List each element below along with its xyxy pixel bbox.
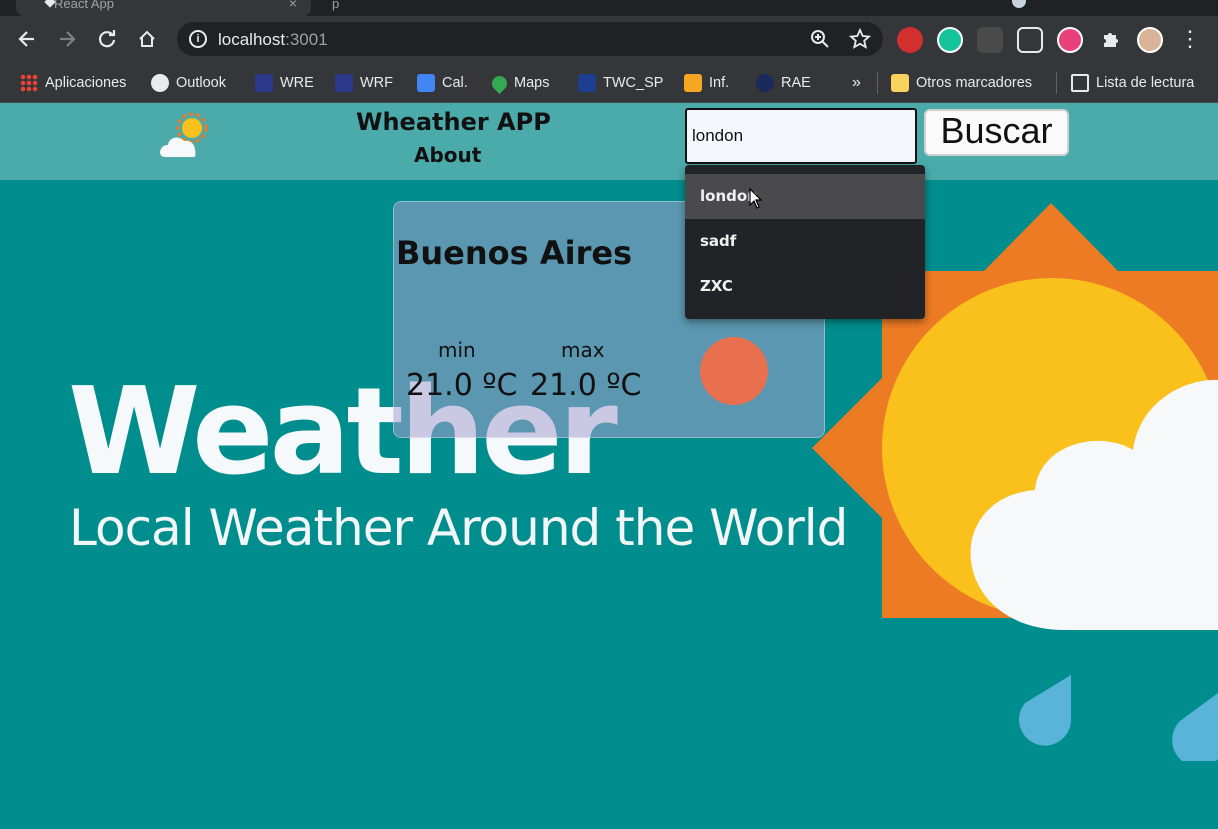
- bookmark-wre[interactable]: WRE: [255, 72, 314, 94]
- raindrop-icon: [1019, 675, 1071, 746]
- forward-icon[interactable]: [54, 26, 80, 52]
- bookmark-maps[interactable]: Maps: [488, 72, 549, 94]
- city-name: Buenos Aires: [396, 234, 633, 272]
- wordreference-icon: [335, 74, 353, 92]
- info-orange-icon: [684, 74, 702, 92]
- home-icon[interactable]: [134, 26, 160, 52]
- wordreference-icon: [255, 74, 273, 92]
- bookmark-calendar[interactable]: Cal.: [417, 72, 468, 94]
- maps-pin-icon: [488, 72, 511, 94]
- tab-strip: React App × p: [0, 0, 1218, 16]
- weather-app-page: Weather Local Weather Around the World W…: [0, 103, 1218, 829]
- tab-title: React App: [54, 0, 114, 11]
- weather-condition-icon: [700, 337, 768, 405]
- apps-grid-icon: [20, 74, 38, 92]
- raindrop-icon: [1172, 693, 1218, 761]
- city-search-input[interactable]: [685, 108, 917, 164]
- reload-icon[interactable]: [94, 26, 120, 52]
- tab-close-icon[interactable]: ×: [289, 0, 297, 11]
- bookmark-rae[interactable]: RAE: [756, 72, 811, 94]
- min-label: min: [438, 338, 476, 362]
- mouse-cursor-icon: [749, 188, 763, 209]
- pocket-icon[interactable]: [1017, 27, 1043, 53]
- rae-icon: [756, 74, 774, 92]
- suggestion-item[interactable]: london: [685, 174, 925, 219]
- bookmarks-divider: [1056, 72, 1057, 94]
- min-temperature: 21.0 ºC: [406, 368, 518, 403]
- menu-icon[interactable]: ⋮: [1177, 26, 1203, 52]
- app-logo-sun-cloud-icon: [159, 112, 208, 157]
- folder-icon: [891, 74, 909, 92]
- zoom-icon[interactable]: [809, 28, 831, 55]
- address-bar[interactable]: i localhost:3001: [177, 22, 883, 56]
- url-text[interactable]: localhost:3001: [218, 30, 328, 50]
- adblock-icon[interactable]: [897, 27, 923, 53]
- about-link[interactable]: About: [414, 143, 481, 167]
- browser-toolbar: i localhost:3001 ⋮: [0, 16, 1218, 63]
- spy-extension-icon[interactable]: [977, 27, 1003, 53]
- back-icon[interactable]: [14, 26, 40, 52]
- app-title: Wheather APP: [356, 108, 551, 136]
- bookmark-other[interactable]: Otros marcadores: [891, 72, 1032, 94]
- suggestion-item[interactable]: sadf: [685, 219, 925, 264]
- tab-search-icon[interactable]: [1012, 0, 1026, 8]
- max-label: max: [561, 338, 605, 362]
- weather-channel-icon: [578, 74, 596, 92]
- info-icon[interactable]: i: [189, 30, 207, 48]
- bookmark-inf[interactable]: Inf.: [684, 72, 729, 94]
- max-temperature: 21.0 ºC: [530, 368, 642, 403]
- bookmark-aplicaciones[interactable]: Aplicaciones: [20, 72, 126, 94]
- hero-subtitle: Local Weather Around the World: [69, 499, 848, 557]
- bookmarks-overflow-button[interactable]: »: [852, 72, 861, 94]
- search-suggestions-dropdown: london sadf ZXC: [685, 165, 925, 319]
- tab-active[interactable]: React App ×: [16, 0, 311, 16]
- bookmarks-divider: [877, 72, 878, 94]
- bookmark-outlook[interactable]: Outlook: [151, 72, 226, 94]
- app-header: Wheather APP About Buscar: [0, 103, 1218, 180]
- suggestion-item[interactable]: ZXC: [685, 264, 925, 309]
- grammarly-icon[interactable]: [937, 27, 963, 53]
- star-icon[interactable]: [848, 27, 872, 55]
- reading-list-button[interactable]: Lista de lectura: [1071, 72, 1194, 94]
- reading-list-icon: [1071, 74, 1089, 92]
- avatar[interactable]: [1137, 27, 1163, 53]
- bookmarks-bar: Aplicaciones Outlook WRE WRF Cal. Maps T…: [0, 63, 1218, 103]
- globe-icon: [151, 74, 169, 92]
- bookmark-wrf[interactable]: WRF: [335, 72, 393, 94]
- tab-2-title[interactable]: p: [332, 0, 339, 11]
- extension-pink-icon[interactable]: [1057, 27, 1083, 53]
- extensions-icon[interactable]: [1097, 26, 1123, 52]
- search-button[interactable]: Buscar: [924, 109, 1069, 156]
- calendar-icon: [417, 74, 435, 92]
- bookmark-twc[interactable]: TWC_SP: [578, 72, 663, 94]
